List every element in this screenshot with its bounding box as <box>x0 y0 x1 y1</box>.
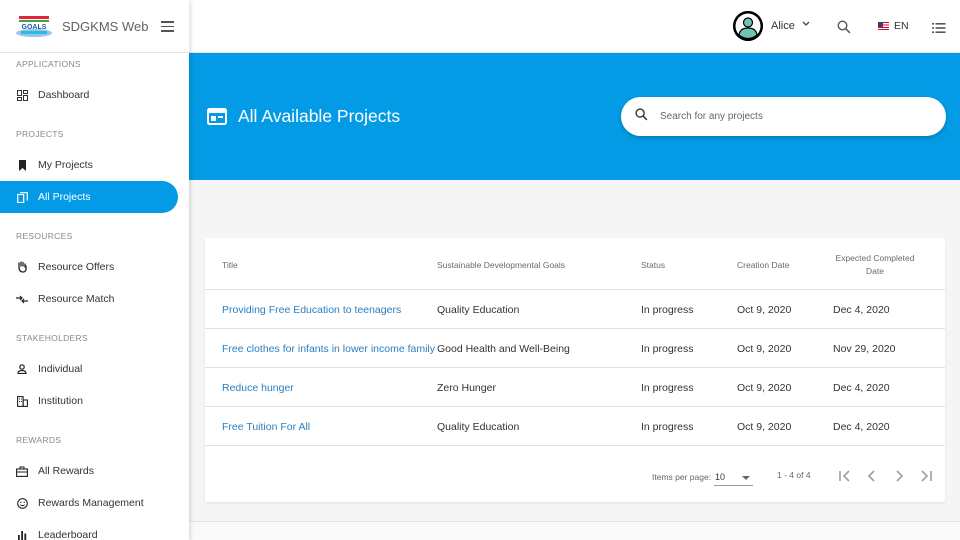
sidebar-item-individual[interactable]: Individual <box>0 353 178 385</box>
sidebar-item-label: Institution <box>38 395 83 407</box>
section-title-resources: RESOURCES <box>16 231 73 241</box>
sidebar-item-all-projects[interactable]: All Projects <box>0 181 178 213</box>
header-status[interactable]: Status <box>641 260 665 270</box>
header-creation-date[interactable]: Creation Date <box>737 260 789 270</box>
project-status: In progress <box>641 304 694 316</box>
project-status: In progress <box>641 421 694 433</box>
sidebar-item-label: Rewards Management <box>38 497 144 509</box>
range-label: 1 - 4 of 4 <box>777 470 811 480</box>
svg-text:GOALS: GOALS <box>22 24 47 31</box>
project-creation-date: Oct 9, 2020 <box>737 421 792 433</box>
bookmark-icon <box>16 159 28 171</box>
project-creation-date: Oct 9, 2020 <box>737 343 792 355</box>
project-status: In progress <box>641 382 694 394</box>
table-row[interactable]: Reduce hunger Zero Hunger In progress Oc… <box>205 368 945 407</box>
language-selector[interactable]: EN <box>878 20 909 32</box>
app-name: SDGKMS Web <box>62 18 149 34</box>
copy-icon <box>16 191 28 203</box>
header-expected-date[interactable]: Expected Completed Date <box>830 252 920 278</box>
dropdown-arrow-icon <box>742 476 750 480</box>
table-row[interactable]: Providing Free Education to teenagers Qu… <box>205 290 945 329</box>
sidebar-item-label: My Projects <box>38 159 93 171</box>
section-title-stakeholders: STAKEHOLDERS <box>16 333 88 343</box>
section-title-projects: PROJECTS <box>16 129 64 139</box>
avatar[interactable] <box>733 11 763 41</box>
sidebar-item-resource-offers[interactable]: Resource Offers <box>0 251 178 283</box>
sidebar-item-label: Dashboard <box>38 89 90 101</box>
page-title: All Available Projects <box>238 106 401 126</box>
search-icon[interactable] <box>837 20 851 39</box>
header-goals[interactable]: Sustainable Developmental Goals <box>437 260 565 270</box>
us-flag-icon <box>878 22 889 30</box>
project-creation-date: Oct 9, 2020 <box>737 304 792 316</box>
sidebar-item-rewards-management[interactable]: Rewards Management <box>0 487 178 519</box>
paginator: Items per page: 10 1 - 4 of 4 <box>205 446 945 502</box>
project-status: In progress <box>641 343 694 355</box>
project-goal: Quality Education <box>437 304 520 316</box>
bar-chart-icon <box>16 529 28 540</box>
dashboard-icon <box>16 89 28 101</box>
table-header: Title Sustainable Developmental Goals St… <box>205 238 945 290</box>
next-page-icon[interactable] <box>891 468 907 484</box>
user-name[interactable]: Alice <box>771 20 795 32</box>
top-toolbar: Alice EN <box>189 0 960 53</box>
first-page-icon[interactable] <box>837 468 853 484</box>
list-icon[interactable] <box>932 21 946 39</box>
sidebar-toggle-button[interactable] <box>161 21 174 32</box>
previous-page-icon[interactable] <box>864 468 880 484</box>
project-expected-date: Nov 29, 2020 <box>833 343 896 355</box>
project-expected-date: Dec 4, 2020 <box>833 421 890 433</box>
project-goal: Good Health and Well-Being <box>437 343 570 355</box>
sidebar-item-label: Leaderboard <box>38 529 98 540</box>
sidebar-item-label: Resource Offers <box>38 261 115 273</box>
section-title-rewards: REWARDS <box>16 435 62 445</box>
project-title-link[interactable]: Free clothes for infants in lower income… <box>222 343 435 355</box>
sidebar-item-label: All Rewards <box>38 465 95 477</box>
header-title[interactable]: Title <box>222 260 238 270</box>
section-title-applications: APPLICATIONS <box>16 59 81 69</box>
sidebar-item-dashboard[interactable]: Dashboard <box>0 79 178 111</box>
sidebar-item-all-rewards[interactable]: All Rewards <box>0 455 178 487</box>
project-title-link[interactable]: Providing Free Education to teenagers <box>222 304 401 316</box>
compare-arrows-icon <box>16 293 28 305</box>
project-goal: Zero Hunger <box>437 382 496 394</box>
sidebar-item-leaderboard[interactable]: Leaderboard <box>0 519 178 540</box>
chevron-down-icon[interactable] <box>802 19 810 29</box>
hand-icon <box>16 261 28 273</box>
items-per-page-label: Items per page: <box>652 472 712 482</box>
language-label: EN <box>894 20 909 32</box>
sidebar-item-label: Individual <box>38 363 83 375</box>
search-icon <box>635 107 648 126</box>
sidebar-item-my-projects[interactable]: My Projects <box>0 149 178 181</box>
project-creation-date: Oct 9, 2020 <box>737 382 792 394</box>
last-page-icon[interactable] <box>918 468 934 484</box>
search-input[interactable] <box>660 111 920 122</box>
project-expected-date: Dec 4, 2020 <box>833 382 890 394</box>
project-search-box[interactable] <box>621 97 946 136</box>
building-icon <box>16 395 28 407</box>
sdg-logo: GOALS <box>15 14 53 38</box>
table-row[interactable]: Free Tuition For All Quality Education I… <box>205 407 945 446</box>
table-row[interactable]: Free clothes for infants in lower income… <box>205 329 945 368</box>
projects-table-card: Title Sustainable Developmental Goals St… <box>205 238 945 502</box>
page-header-banner: All Available Projects <box>189 53 960 180</box>
project-title-link[interactable]: Reduce hunger <box>222 382 294 394</box>
items-per-page-value: 10 <box>715 472 726 482</box>
sidebar-item-label: All Projects <box>38 191 91 203</box>
footer-strip <box>189 521 960 540</box>
project-expected-date: Dec 4, 2020 <box>833 304 890 316</box>
items-per-page-select[interactable]: 10 <box>714 468 753 486</box>
sidebar-item-resource-match[interactable]: Resource Match <box>0 283 178 315</box>
web-asset-icon <box>207 108 227 130</box>
sidebar-item-institution[interactable]: Institution <box>0 385 178 417</box>
smiley-icon <box>16 497 28 509</box>
person-icon <box>16 363 28 375</box>
project-title-link[interactable]: Free Tuition For All <box>222 421 310 433</box>
sidebar: GOALS SDGKMS Web APPLICATIONS Dashboard … <box>0 0 189 540</box>
sidebar-item-label: Resource Match <box>38 293 115 305</box>
briefcase-icon <box>16 465 28 477</box>
project-goal: Quality Education <box>437 421 520 433</box>
